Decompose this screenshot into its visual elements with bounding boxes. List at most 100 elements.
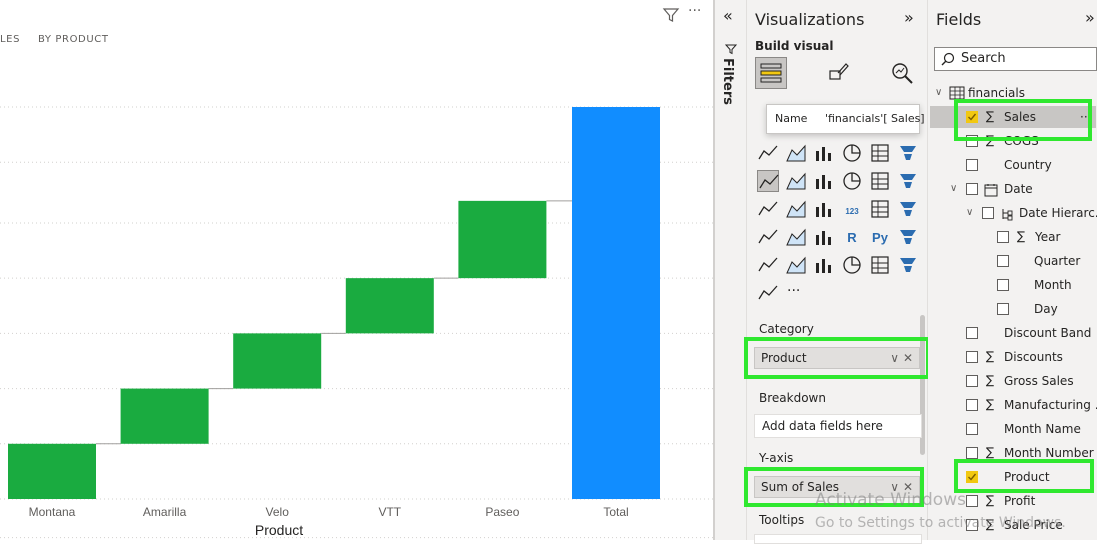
- checkbox-profit[interactable]: [966, 495, 978, 507]
- bar-vtt[interactable]: [345, 278, 434, 334]
- more-visuals-icon[interactable]: ···: [787, 283, 800, 299]
- checkbox-date[interactable]: [966, 183, 978, 195]
- sigma-icon: ∑: [986, 349, 995, 363]
- double-chevron-right-icon[interactable]: »: [904, 8, 914, 27]
- waterfall-chart-icon[interactable]: [757, 170, 779, 192]
- checkbox-country[interactable]: [966, 159, 978, 171]
- donut-chart-icon[interactable]: [869, 170, 891, 192]
- chevron-down-icon[interactable]: ∨: [935, 87, 942, 98]
- analytics-magnifier-icon[interactable]: [890, 61, 914, 85]
- funnel-chart-icon[interactable]: [785, 170, 807, 192]
- checkbox-manufacturing[interactable]: [966, 399, 978, 411]
- table-visual-icon[interactable]: [785, 226, 807, 248]
- r-visual-icon[interactable]: R: [841, 226, 863, 248]
- fields-expand-icon[interactable]: »: [1085, 8, 1095, 27]
- checkbox-day[interactable]: [997, 303, 1009, 315]
- sigma-icon: ∑: [986, 493, 995, 507]
- field-row-year[interactable]: [930, 226, 1096, 248]
- field-label-discounts: Discounts: [1004, 350, 1063, 364]
- gauge-icon[interactable]: [813, 198, 835, 220]
- field-label-discount-band: Discount Band: [1004, 326, 1092, 340]
- checkbox-discounts[interactable]: [966, 351, 978, 363]
- bar-montana[interactable]: [8, 443, 96, 499]
- format-paintbrush-icon[interactable]: [826, 61, 850, 85]
- filled-map-icon[interactable]: [785, 198, 807, 220]
- area-chart-icon[interactable]: [785, 142, 807, 164]
- x-tick-label: Montana: [29, 505, 76, 519]
- chevron-down-icon[interactable]: ∨: [950, 183, 957, 194]
- field-row-day[interactable]: [930, 298, 1096, 320]
- bar-velo[interactable]: [233, 333, 322, 389]
- field-label-gross-sales: Gross Sales: [1004, 374, 1074, 388]
- pie-chart-icon[interactable]: [841, 170, 863, 192]
- breakdown-drop-zone[interactable]: Add data fields here: [754, 414, 922, 438]
- sigma-icon: ∑: [986, 373, 995, 387]
- checkbox-month-name[interactable]: [966, 423, 978, 435]
- line-stacked-column-icon[interactable]: [869, 142, 891, 164]
- kpi-icon[interactable]: [897, 198, 919, 220]
- smart-narrative-icon[interactable]: [813, 254, 835, 276]
- bar-amarilla[interactable]: [120, 388, 209, 444]
- checkbox-month[interactable]: [997, 279, 1009, 291]
- power-automate-icon[interactable]: [757, 282, 779, 304]
- fields-title: Fields: [936, 10, 982, 29]
- field-label-day: Day: [1034, 302, 1058, 316]
- checkbox-year[interactable]: [997, 231, 1009, 243]
- search-icon: [941, 52, 955, 66]
- decomposition-tree-icon[interactable]: [757, 254, 779, 276]
- scatter-chart-icon[interactable]: [813, 170, 835, 192]
- breakdown-placeholder: Add data fields here: [762, 419, 883, 433]
- matrix-icon[interactable]: [813, 226, 835, 248]
- search-placeholder: Search: [961, 51, 1006, 66]
- filter-funnel-icon: [724, 40, 738, 55]
- python-visual-icon[interactable]: Py: [869, 226, 891, 248]
- sigma-icon: ∑: [986, 445, 995, 459]
- checkbox-discount-band[interactable]: [966, 327, 978, 339]
- line-clustered-column-icon[interactable]: [841, 142, 863, 164]
- breakdown-well-label: Breakdown: [759, 391, 826, 405]
- highlight-sales-field: [954, 99, 1092, 141]
- line-chart-icon[interactable]: [757, 142, 779, 164]
- sigma-icon: ∑: [1017, 229, 1026, 243]
- key-influencers-icon[interactable]: [897, 226, 919, 248]
- ribbon-chart-icon[interactable]: [897, 142, 919, 164]
- build-visual-label: Build visual: [755, 39, 834, 53]
- checkbox-gross-sales[interactable]: [966, 375, 978, 387]
- field-label-country: Country: [1004, 158, 1052, 172]
- yaxis-well-label: Y-axis: [759, 451, 794, 465]
- double-chevron-left-icon[interactable]: «: [723, 6, 733, 25]
- slicer-icon[interactable]: [757, 226, 779, 248]
- field-label-month: Month: [1034, 278, 1072, 292]
- azure-map-icon[interactable]: [869, 254, 891, 276]
- fields-search-input[interactable]: Search: [934, 47, 1097, 71]
- report-canvas[interactable]: LES BY PRODUCT ··· Montana Amarilla Velo VT…: [0, 0, 713, 540]
- checkbox-month-number[interactable]: [966, 447, 978, 459]
- chevron-down-icon[interactable]: ∨: [966, 207, 973, 218]
- x-axis-title: Product: [255, 522, 303, 538]
- filters-label[interactable]: Filters: [720, 58, 735, 105]
- field-label-month-name: Month Name: [1004, 422, 1081, 436]
- fields-tab-icon[interactable]: [755, 57, 787, 89]
- card-icon[interactable]: 123: [841, 198, 863, 220]
- tooltips-well-label: Tooltips: [759, 513, 805, 527]
- map-icon[interactable]: [757, 198, 779, 220]
- multi-row-card-icon[interactable]: [869, 198, 891, 220]
- x-tick-label: Total: [603, 505, 628, 519]
- treemap-icon[interactable]: [897, 170, 919, 192]
- waterfall-chart[interactable]: Montana Amarilla Velo VTT Paseo Total Product: [0, 0, 713, 540]
- activate-windows-watermark: Activate Windows: [815, 490, 966, 510]
- highlight-category-well: [744, 337, 930, 379]
- paginated-report-icon[interactable]: [841, 254, 863, 276]
- checkbox-quarter[interactable]: [997, 255, 1009, 267]
- power-apps-icon[interactable]: [897, 254, 919, 276]
- stacked-area-chart-icon[interactable]: [813, 142, 835, 164]
- tooltips-drop-zone[interactable]: [754, 534, 922, 544]
- visualizations-title: Visualizations: [755, 10, 865, 29]
- field-label-quarter: Quarter: [1034, 254, 1081, 268]
- qa-icon[interactable]: [785, 254, 807, 276]
- checkbox-date-hierarc[interactable]: [982, 207, 994, 219]
- field-label-manufacturing: Manufacturing ...: [1004, 398, 1097, 412]
- bar-total[interactable]: [572, 107, 660, 499]
- hierarchy-icon: [1000, 206, 1014, 225]
- bar-paseo[interactable]: [458, 200, 547, 279]
